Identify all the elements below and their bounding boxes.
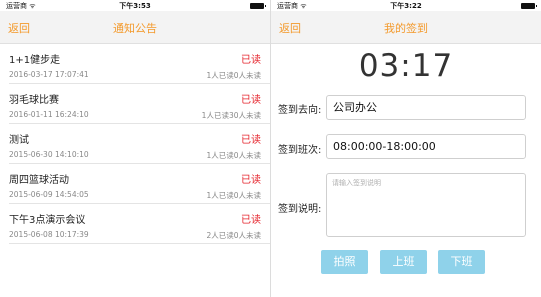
notice-list: 1+1健步走 已读 2016-03-17 17:07:41 1人已读0人未读 羽… — [0, 44, 270, 244]
list-item[interactable]: 测试 已读 2015-06-30 14:10:10 1人已读0人未读 — [9, 124, 270, 164]
note-label: 签到说明: — [278, 204, 322, 215]
note-placeholder: 请输入签到说明 — [332, 179, 381, 187]
read-status: 已读 — [241, 95, 261, 106]
notice-date: 2015-06-30 14:10:10 — [9, 150, 89, 159]
read-status: 已读 — [241, 55, 261, 66]
shift-field[interactable]: 08:00:00-18:00:00 — [326, 134, 526, 159]
status-time: 下午3:22 — [390, 2, 422, 10]
notice-title: 下午3点演示会议 — [9, 215, 86, 226]
read-count: 1人已读0人未读 — [206, 71, 261, 80]
nav-bar: 返回 我的签到 — [271, 11, 541, 44]
note-textarea[interactable]: 请输入签到说明 — [326, 173, 526, 237]
battery-icon — [521, 3, 537, 9]
status-bar: 运营商 ᯤ 下午3:53 — [0, 0, 270, 11]
battery-icon — [250, 3, 266, 9]
notice-title: 羽毛球比赛 — [9, 95, 59, 106]
read-count: 1人已读30人未读 — [201, 111, 261, 120]
checkin-screen: 运营商 ᯤ 下午3:22 返回 我的签到 03:17 签到去向: 公司办公 签到… — [271, 0, 541, 297]
read-status: 已读 — [241, 175, 261, 186]
notice-title: 测试 — [9, 135, 29, 146]
page-title: 通知公告 — [113, 22, 157, 35]
read-count: 2人已读0人未读 — [206, 231, 261, 240]
read-count: 1人已读0人未读 — [206, 191, 261, 200]
clock-in-button[interactable]: 上班 — [380, 250, 427, 274]
notice-date: 2016-03-17 17:07:41 — [9, 70, 89, 79]
page-title: 我的签到 — [384, 22, 428, 35]
clock-out-button[interactable]: 下班 — [438, 250, 485, 274]
photo-button[interactable]: 拍照 — [321, 250, 368, 274]
nav-bar: 返回 通知公告 — [0, 11, 270, 44]
clock-display: 03:17 — [358, 48, 454, 84]
read-status: 已读 — [241, 135, 261, 146]
status-bar: 运营商 ᯤ 下午3:22 — [271, 0, 541, 11]
list-item[interactable]: 1+1健步走 已读 2016-03-17 17:07:41 1人已读0人未读 — [9, 44, 270, 84]
status-time: 下午3:53 — [119, 2, 151, 10]
notice-title: 周四篮球活动 — [9, 175, 69, 186]
notice-title: 1+1健步走 — [9, 55, 61, 66]
read-count: 1人已读0人未读 — [206, 151, 261, 160]
notice-screen: 运营商 ᯤ 下午3:53 返回 通知公告 1+1健步走 已读 2016-03-1… — [0, 0, 270, 297]
destination-label: 签到去向: — [278, 105, 322, 116]
notice-date: 2015-06-09 14:54:05 — [9, 190, 89, 199]
notice-date: 2016-01-11 16:24:10 — [9, 110, 89, 119]
shift-label: 签到班次: — [278, 145, 322, 156]
list-item[interactable]: 下午3点演示会议 已读 2015-06-08 10:17:39 2人已读0人未读 — [9, 204, 270, 244]
list-item[interactable]: 羽毛球比赛 已读 2016-01-11 16:24:10 1人已读30人未读 — [9, 84, 270, 124]
read-status: 已读 — [241, 215, 261, 226]
list-item[interactable]: 周四篮球活动 已读 2015-06-09 14:54:05 1人已读0人未读 — [9, 164, 270, 204]
notice-date: 2015-06-08 10:17:39 — [9, 230, 89, 239]
destination-field[interactable]: 公司办公 — [326, 95, 526, 120]
